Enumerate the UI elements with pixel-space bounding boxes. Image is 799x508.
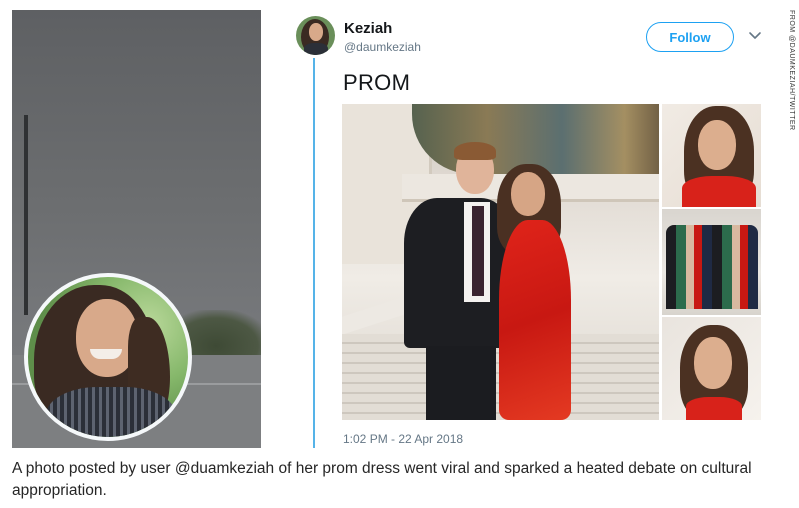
group-people: [666, 225, 758, 309]
woman-face: [511, 172, 545, 216]
woman-red-dress: [499, 220, 571, 420]
man-legs: [426, 346, 496, 420]
tweet-avatar-face: [309, 23, 323, 41]
image-caption: A photo posted by user @duamkeziah of he…: [12, 460, 752, 499]
tweet-avatar-body: [304, 43, 328, 55]
photo-woman: [497, 164, 577, 420]
ps3-face: [694, 337, 732, 389]
man-tie: [472, 206, 484, 296]
profile-screenshot: [12, 10, 261, 448]
tweet-avatar[interactable]: [296, 16, 335, 55]
tweet-timestamp[interactable]: 1:02 PM - 22 Apr 2018: [343, 432, 463, 446]
profile-avatar-large: [24, 273, 192, 441]
ps1-face: [698, 120, 736, 170]
photo-man: [404, 142, 514, 420]
tweet-text: PROM: [343, 70, 411, 95]
prom-photo-closeup-smile[interactable]: [662, 104, 761, 207]
man-hair: [454, 142, 496, 160]
tweet-card: Keziah @daumkeziah Follow PROM 1:02 PM -…: [290, 10, 780, 448]
photo-credit: FROM @DAUMKEZIAH/TWITTER: [788, 10, 795, 131]
avatar-smile: [90, 349, 122, 359]
prom-photo-group[interactable]: [662, 209, 761, 315]
display-name[interactable]: Keziah: [344, 20, 392, 37]
ps1-dress: [682, 176, 756, 207]
thread-line: [313, 58, 315, 448]
user-handle[interactable]: @daumkeziah: [344, 40, 421, 54]
chevron-down-icon[interactable]: [748, 28, 762, 42]
prom-photo-portrait[interactable]: [662, 317, 761, 420]
prom-photo-couple[interactable]: [342, 104, 659, 420]
avatar-top: [46, 387, 176, 437]
lamp-pole: [24, 115, 28, 315]
follow-button[interactable]: Follow: [646, 22, 734, 52]
ps3-dress: [686, 397, 742, 420]
